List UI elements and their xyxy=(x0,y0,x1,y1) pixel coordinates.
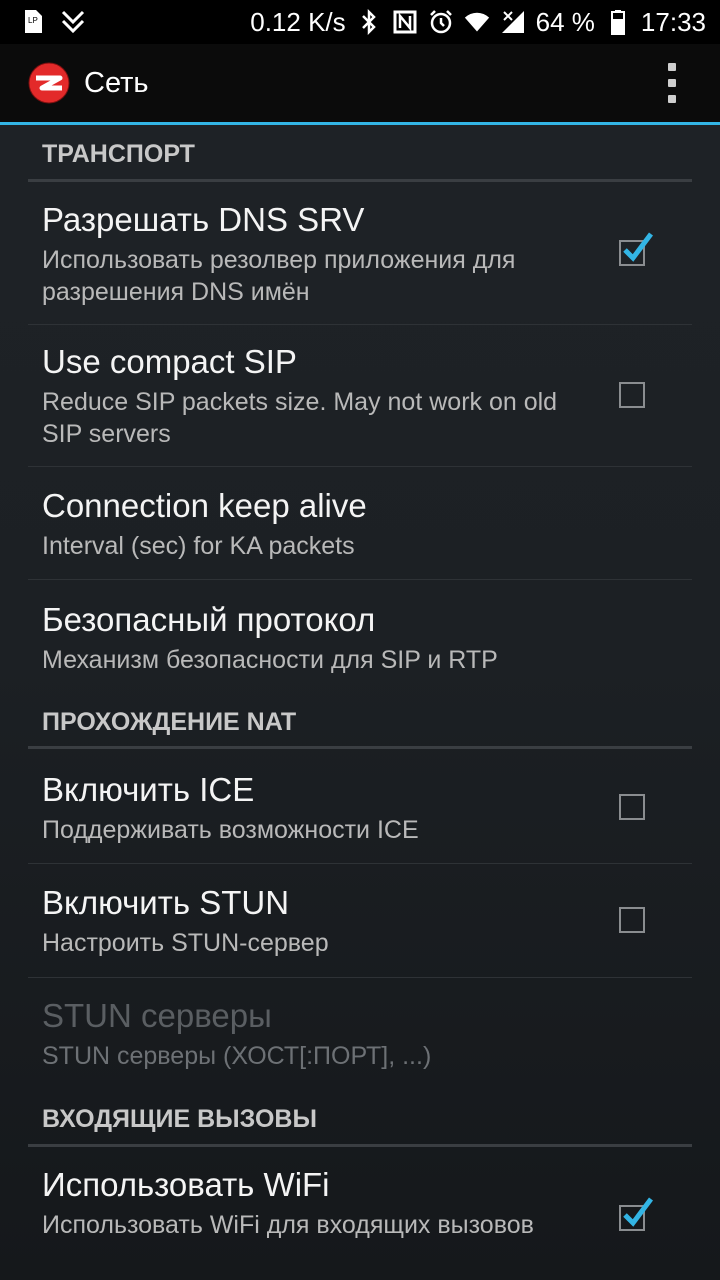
section-header-nat: ПРОХОЖДЕНИЕ NAT xyxy=(42,708,297,736)
nfc-icon xyxy=(392,9,418,35)
list-divider xyxy=(28,466,692,467)
section-header-transport: ТРАНСПОРТ xyxy=(42,140,195,168)
list-divider xyxy=(28,977,692,978)
pref-title: Включить STUN xyxy=(42,884,290,921)
pref-summary: Механизм безопасности для SIP и RTP xyxy=(42,646,498,674)
pref-keep-alive[interactable]: Connection keep alive Interval (sec) for… xyxy=(42,486,562,562)
use-wifi-checkbox[interactable] xyxy=(619,1197,653,1231)
overflow-menu-icon[interactable] xyxy=(660,63,684,103)
pref-secure-protocol[interactable]: Безопасный протокол Механизм безопасност… xyxy=(42,600,562,676)
compact-sip-checkbox[interactable] xyxy=(619,382,645,408)
pref-use-wifi[interactable]: Использовать WiFi Использовать WiFi для … xyxy=(42,1165,562,1241)
download-icon xyxy=(60,9,86,35)
signal-icon xyxy=(500,9,526,35)
pref-summary: STUN серверы (ХОСТ[:ПОРТ], ...) xyxy=(42,1042,432,1070)
pref-title: Use compact SIP xyxy=(42,343,297,380)
pref-compact-sip[interactable]: Use compact SIP Reduce SIP packets size.… xyxy=(42,342,562,450)
list-divider xyxy=(28,579,692,580)
pref-dns-srv[interactable]: Разрешать DNS SRV Использовать резолвер … xyxy=(42,200,562,308)
network-speed: 0.12 K/s xyxy=(250,6,346,37)
checkmark-icon xyxy=(623,1197,653,1227)
pref-ice[interactable]: Включить ICE Поддерживать возможности IC… xyxy=(42,770,562,846)
pref-title: Connection keep alive xyxy=(42,487,367,524)
action-bar-accent-line xyxy=(0,122,720,125)
ice-checkbox[interactable] xyxy=(619,794,645,820)
pref-summary: Использовать WiFi для входящих вызовов xyxy=(42,1211,534,1239)
pref-summary: Reduce SIP packets size. May not work on… xyxy=(42,388,558,448)
sim-icon: LP xyxy=(20,9,46,35)
svg-text:LP: LP xyxy=(28,16,38,25)
pref-summary: Использовать резолвер приложения для раз… xyxy=(42,246,516,306)
pref-summary: Поддерживать возможности ICE xyxy=(42,816,419,844)
list-divider xyxy=(28,863,692,864)
pref-stun-servers: STUN серверы STUN серверы (ХОСТ[:ПОРТ], … xyxy=(42,996,642,1072)
pref-title: Разрешать DNS SRV xyxy=(42,201,365,238)
pref-title: Безопасный протокол xyxy=(42,601,376,638)
pref-summary: Interval (sec) for KA packets xyxy=(42,532,355,560)
battery-percent: 64 % xyxy=(535,6,595,37)
action-bar: Сеть xyxy=(0,44,720,122)
dns-srv-checkbox[interactable] xyxy=(619,232,653,266)
checkmark-icon xyxy=(623,232,653,262)
alarm-icon xyxy=(428,9,454,35)
section-divider xyxy=(28,746,692,749)
zoiper-logo-icon[interactable] xyxy=(28,62,70,104)
bluetooth-icon xyxy=(356,9,382,35)
pref-title: STUN серверы xyxy=(42,997,272,1034)
section-divider xyxy=(28,179,692,182)
pref-stun[interactable]: Включить STUN Настроить STUN-сервер xyxy=(42,883,562,959)
section-header-incoming-calls: ВХОДЯЩИЕ ВЫЗОВЫ xyxy=(42,1105,317,1133)
battery-icon xyxy=(605,9,631,35)
clock: 17:33 xyxy=(640,6,706,37)
stun-checkbox[interactable] xyxy=(619,907,645,933)
section-divider xyxy=(28,1144,692,1147)
pref-title: Включить ICE xyxy=(42,771,255,808)
pref-summary: Настроить STUN-сервер xyxy=(42,929,329,957)
page-title: Сеть xyxy=(84,66,149,99)
status-bar: LP 0.12 K/s 64 % 17:33 xyxy=(0,0,720,44)
wifi-icon xyxy=(464,9,490,35)
list-divider xyxy=(28,324,692,325)
pref-title: Использовать WiFi xyxy=(42,1166,330,1203)
